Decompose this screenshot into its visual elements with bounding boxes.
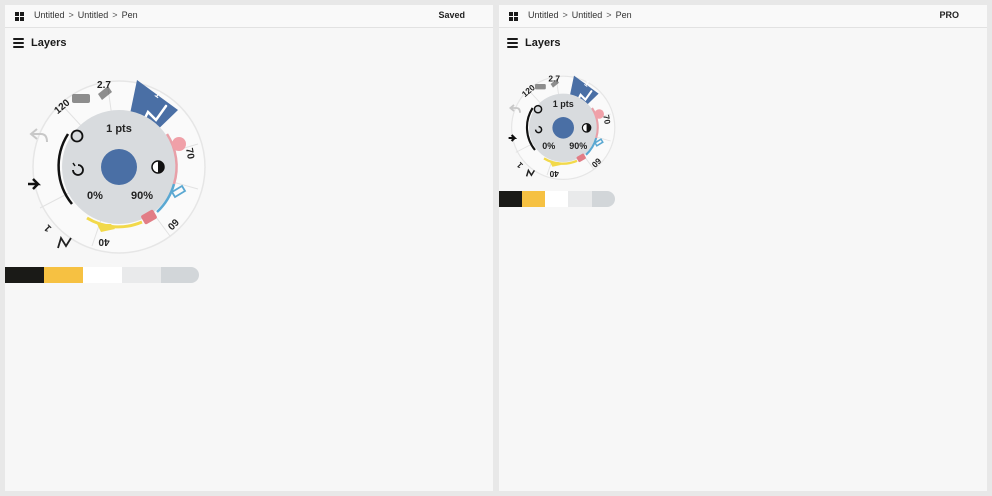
- palette-swatch-black[interactable]: [5, 267, 44, 283]
- left-canvas-panel[interactable]: Untitled > Untitled > Pen Saved Layers 1…: [5, 5, 493, 491]
- opacity-max-label: 90%: [131, 190, 153, 202]
- breadcrumb: Untitled > Untitled > Pen: [34, 10, 138, 20]
- breadcrumb-item[interactable]: Untitled: [572, 10, 603, 20]
- pen-tip-icon: [525, 168, 536, 177]
- pro-badge[interactable]: PRO: [939, 10, 959, 20]
- breadcrumb-item[interactable]: Pen: [616, 10, 632, 20]
- breadcrumb-item[interactable]: Untitled: [78, 10, 109, 20]
- right-canvas-panel[interactable]: Untitled > Untitled > Pen PRO Layers 1 p…: [499, 5, 987, 491]
- grid-icon[interactable]: [15, 12, 24, 21]
- palette-swatch-gray[interactable]: [592, 191, 615, 207]
- palette-swatch-white[interactable]: [83, 267, 122, 283]
- size-label: 1 pts: [106, 123, 132, 135]
- current-color-swatch[interactable]: [552, 117, 574, 139]
- palette-swatch-gray[interactable]: [161, 267, 199, 283]
- layers-label: Layers: [31, 37, 67, 49]
- marker-icon[interactable]: [535, 84, 546, 90]
- breadcrumb-item[interactable]: Pen: [122, 10, 138, 20]
- layers-label: Layers: [525, 37, 561, 49]
- ring-label-40: 40: [98, 236, 110, 247]
- breadcrumb-separator: >: [606, 10, 612, 20]
- ring-label-1: 1: [514, 160, 525, 171]
- breadcrumb-separator: >: [68, 10, 74, 20]
- opacity-min-label: 0%: [542, 141, 555, 151]
- breadcrumb-item[interactable]: Untitled: [528, 10, 559, 20]
- pen-tip-icon: [57, 235, 72, 249]
- palette-swatch-white[interactable]: [545, 191, 568, 207]
- saved-status: Saved: [438, 10, 465, 20]
- marker-icon[interactable]: [72, 94, 90, 103]
- highlighter-icon[interactable]: [172, 137, 186, 151]
- tool-wheel[interactable]: 1 pts 0% 90% 120 2.7 70 60 40 1 1: [22, 69, 206, 259]
- top-bar: Untitled > Untitled > Pen Saved: [5, 5, 493, 28]
- layers-button[interactable]: Layers: [13, 35, 66, 51]
- breadcrumb-separator: >: [112, 10, 118, 20]
- layers-icon: [13, 38, 24, 48]
- size-label: 1 pts: [553, 99, 574, 109]
- palette-swatch-yellow[interactable]: [522, 191, 545, 207]
- opacity-max-label: 90%: [569, 141, 587, 151]
- highlighter-icon[interactable]: [594, 109, 604, 119]
- palette-swatch-light-gray[interactable]: [568, 191, 592, 207]
- tool-wheel[interactable]: 1 pts 0% 90% 120 2.7 70 60 40 1 1: [505, 69, 616, 183]
- layers-icon: [507, 38, 518, 48]
- breadcrumb-separator: >: [562, 10, 568, 20]
- top-bar: Untitled > Untitled > Pen PRO: [499, 5, 987, 28]
- palette-swatch-light-gray[interactable]: [122, 267, 161, 283]
- ring-label-1: 1: [42, 222, 54, 234]
- ring-label-40: 40: [549, 169, 559, 179]
- palette-swatch-yellow[interactable]: [44, 267, 83, 283]
- current-color-swatch[interactable]: [101, 149, 137, 185]
- color-palette: [499, 191, 615, 207]
- color-palette: [5, 267, 199, 283]
- layers-button[interactable]: Layers: [507, 35, 560, 51]
- breadcrumb: Untitled > Untitled > Pen: [528, 10, 632, 20]
- grid-icon[interactable]: [509, 12, 518, 21]
- palette-swatch-black[interactable]: [499, 191, 522, 207]
- breadcrumb-item[interactable]: Untitled: [34, 10, 65, 20]
- opacity-min-label: 0%: [87, 190, 103, 202]
- redo-icon[interactable]: [508, 134, 518, 142]
